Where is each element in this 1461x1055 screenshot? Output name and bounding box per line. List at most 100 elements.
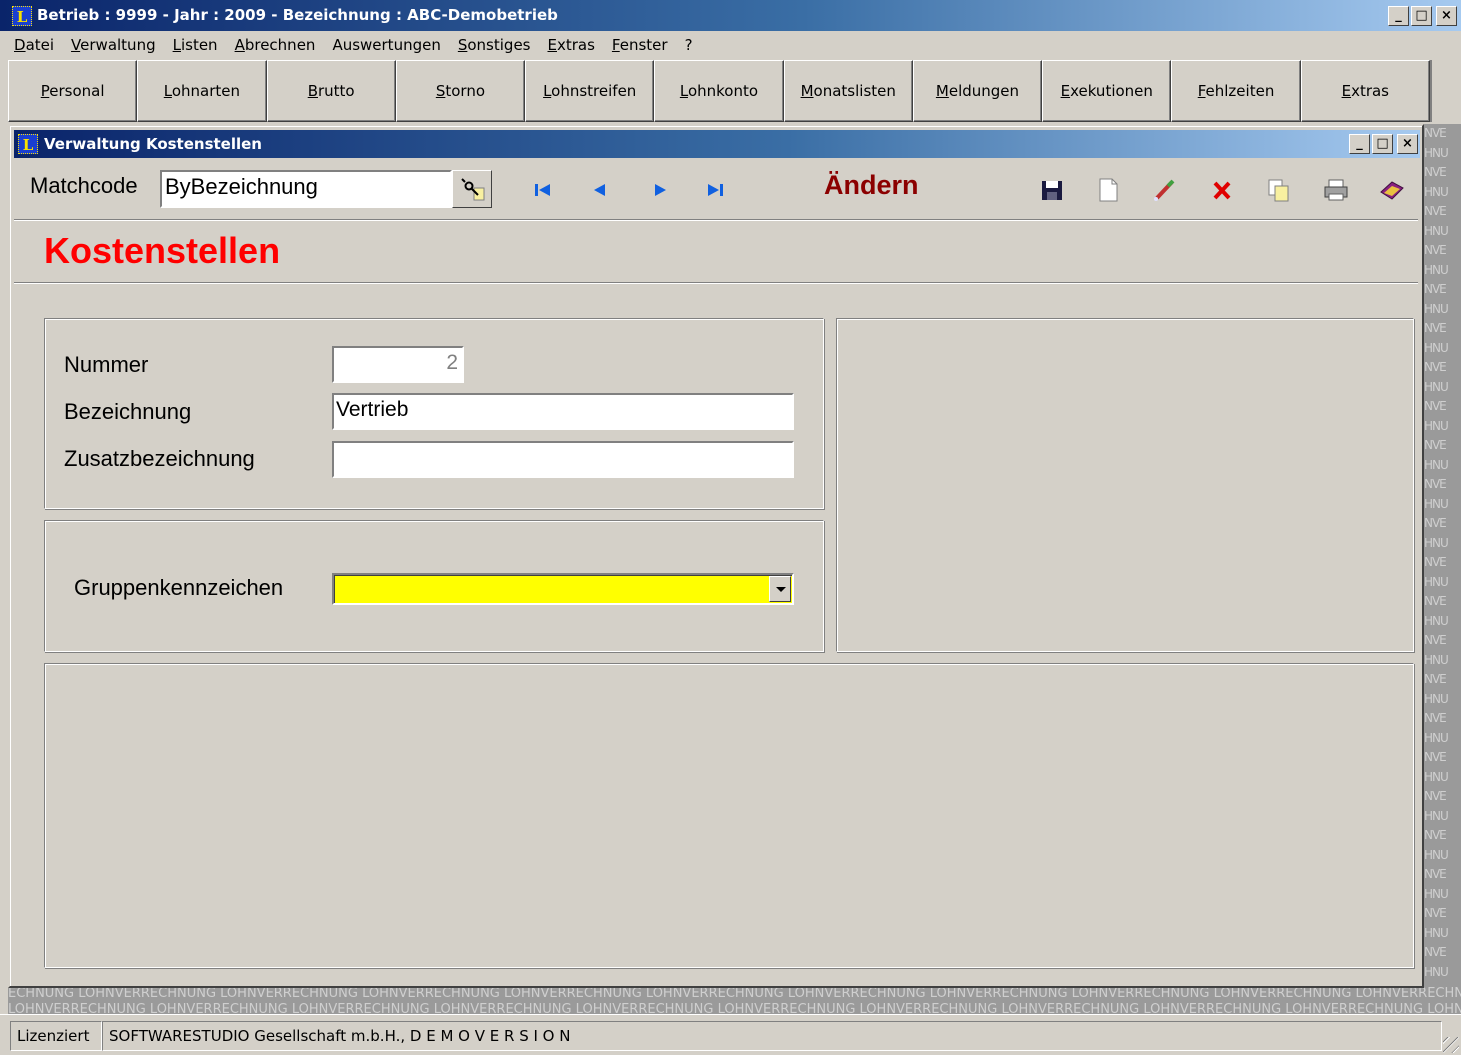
resize-grip-icon[interactable] [1443,1037,1459,1053]
child-minimize-button[interactable]: _ [1349,134,1370,154]
watermark-right-line: NVE [1424,789,1447,803]
watermark-right-line: NVE [1424,126,1447,140]
new-document-icon[interactable] [1094,176,1122,204]
watermark-bottom-line-1: ECHNUNG LOHNVERRECHNUNG LOHNVERRECHNUNG … [8,986,1461,1001]
delete-icon[interactable] [1208,176,1236,204]
matchcode-input[interactable]: ByBezeichnung [160,170,452,208]
app-title: Betrieb : 9999 - Jahr : 2009 - Bezeichnu… [37,6,558,24]
personal-button[interactable]: Personal [8,60,138,122]
child-window-controls: _ □ × [1349,134,1418,154]
lohnkonto-button[interactable]: Lohnkonto [654,60,784,122]
save-icon[interactable] [1038,176,1066,204]
child-maximize-button[interactable]: □ [1372,134,1393,154]
brutto-button[interactable]: Brutto [266,60,396,122]
watermark-right-line: HNU [1424,691,1449,706]
module-toolbar: Personal Lohnarten Brutto Storno Lohnstr… [8,60,1430,122]
watermark-bottom-line-2: LOHNVERRECHNUNG LOHNVERRECHNUNG LOHNVERR… [8,1002,1461,1014]
monatslisten-button-label: Monatslisten [800,82,896,100]
search-key-icon [461,178,485,201]
watermark-right-line: NVE [1424,945,1447,959]
watermark-right-line: NVE [1424,555,1447,569]
watermark-right: NVE HNU NVE HNU NVE HNU NVE HNU NVE HNU NVE HNU NVE H… [1424,124,1461,1014]
status-bar: Lizenziert SOFTWARESTUDIO Gesellschaft m… [0,1014,1461,1055]
watermark-right-line: NVE [1424,438,1447,452]
storno-button[interactable]: Storno [395,60,526,122]
close-button[interactable]: × [1436,6,1457,26]
matchcode-search-button[interactable] [452,170,492,208]
fehlzeiten-button-label: Fehlzeiten [1197,82,1275,100]
watermark-right-line: HNU [1424,457,1449,472]
copy-icon[interactable] [1265,176,1293,204]
menu-abrechnen[interactable]: Abrechnen [235,36,316,54]
personal-button-label: Personal [40,82,105,100]
watermark-right-line: HNU [1424,925,1449,940]
help-book-icon[interactable] [1378,176,1406,204]
lohnarten-button[interactable]: Lohnarten [137,60,267,122]
company-status: SOFTWARESTUDIO Gesellschaft m.b.H., D E … [102,1021,1442,1051]
watermark-right-line: HNU [1424,847,1449,862]
page-title: Kostenstellen [44,230,281,271]
menu-datei[interactable]: Datei [14,36,54,54]
watermark-right-line: NVE [1424,477,1447,491]
menu-listen[interactable]: Listen [173,36,218,54]
bezeichnung-field[interactable]: Vertrieb [332,393,794,430]
edit-mode-label: Ändern [824,170,919,200]
bezeichnung-label: Bezeichnung [64,399,192,424]
watermark-right-line: NVE [1424,867,1447,881]
storno-button-label: Storno [435,82,486,100]
watermark-right-line: HNU [1424,262,1449,277]
menu-help[interactable]: ? [685,36,693,54]
menu-auswertungen[interactable]: Auswertungen [332,36,440,54]
extras-button[interactable]: Extras [1300,60,1430,122]
watermark-right-line: HNU [1424,535,1449,550]
menu-sonstiges[interactable]: Sonstiges [458,36,531,54]
watermark-right-line: NVE [1424,243,1447,257]
watermark-right-line: NVE [1424,399,1447,413]
nummer-field[interactable]: 2 [332,346,464,383]
license-status: Lizenziert [10,1021,102,1051]
menu-verwaltung[interactable]: Verwaltung [71,36,156,54]
app-title-bar[interactable]: L Betrieb : 9999 - Jahr : 2009 - Bezeich… [0,0,1461,31]
child-title-bar[interactable]: L Verwaltung Kostenstellen _ □ × [14,130,1420,158]
watermark-right-line: NVE [1424,282,1447,296]
meldungen-button[interactable]: Meldungen [912,60,1043,122]
toolbar-end-divider [1430,60,1461,122]
fehlzeiten-button[interactable]: Fehlzeiten [1171,60,1301,122]
watermark-right-line: NVE [1424,594,1447,608]
lohnkonto-button-label: Lohnkonto [679,82,759,100]
watermark-right-line: HNU [1424,223,1449,238]
edit-icon[interactable] [1150,176,1178,204]
minimize-button[interactable]: _ [1388,6,1409,26]
gruppenkennzeichen-select[interactable] [332,573,794,605]
watermark-right-line: HNU [1424,769,1449,784]
last-record-icon[interactable] [705,182,725,198]
watermark-right-line: HNU [1424,652,1449,667]
lohnstreifen-button[interactable]: Lohnstreifen [525,60,655,122]
print-icon[interactable] [1322,176,1350,204]
watermark-right-line: NVE [1424,672,1447,686]
chevron-down-icon[interactable] [769,576,791,602]
watermark-right-line: HNU [1424,184,1449,199]
matchcode-label: Matchcode [30,173,138,198]
watermark-right-line: NVE [1424,360,1447,374]
menu-fenster[interactable]: Fenster [612,36,668,54]
monatslisten-button[interactable]: Monatslisten [783,60,913,122]
child-title: Verwaltung Kostenstellen [44,135,262,153]
zusatzbezeichnung-field[interactable] [332,441,794,478]
maximize-button[interactable]: □ [1411,6,1432,26]
exekutionen-button[interactable]: Exekutionen [1042,60,1172,122]
watermark-right-line: HNU [1424,496,1449,511]
child-logo-icon[interactable]: L [18,134,38,154]
zusatzbezeichnung-label: Zusatzbezeichnung [64,446,255,471]
child-close-button[interactable]: × [1397,134,1418,154]
lohnarten-button-label: Lohnarten [163,82,241,100]
watermark-right-line: NVE [1424,750,1447,764]
prev-record-icon[interactable] [590,182,610,198]
watermark-right-line: NVE [1424,165,1447,179]
watermark-right-line: HNU [1424,808,1449,823]
app-logo-icon[interactable]: L [12,6,32,26]
watermark-right-line: HNU [1424,301,1449,316]
menu-extras[interactable]: Extras [548,36,595,54]
next-record-icon[interactable] [650,182,670,198]
first-record-icon[interactable] [533,182,553,198]
